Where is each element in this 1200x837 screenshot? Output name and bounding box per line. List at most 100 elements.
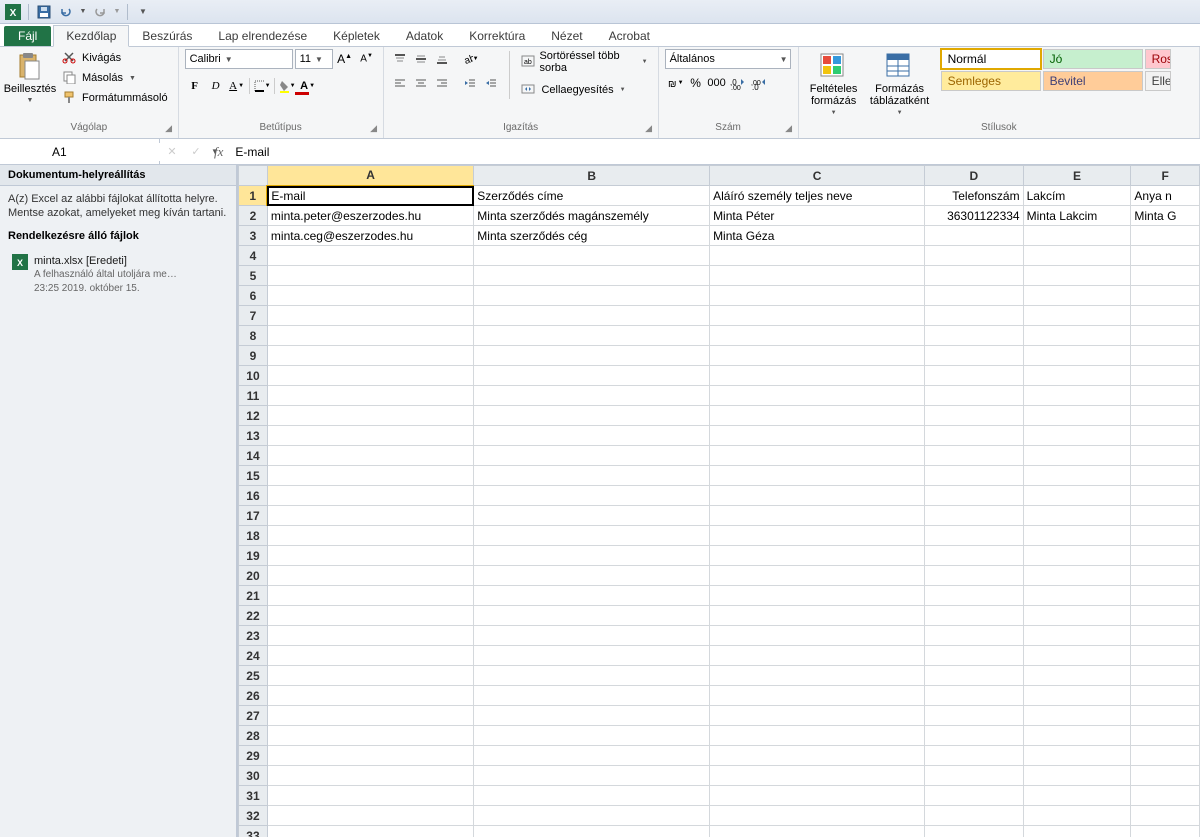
row-header[interactable]: 28 [239,726,268,746]
cell[interactable]: Minta szerződés magánszemély [474,206,710,226]
border-button[interactable]: ▼ [252,76,272,96]
cell[interactable] [1131,606,1200,626]
cell[interactable] [267,466,473,486]
cell[interactable] [1131,646,1200,666]
align-bottom-icon[interactable] [432,49,452,69]
cell[interactable] [474,726,710,746]
cell-style-good[interactable]: Jó [1043,49,1143,69]
tab-beszúrás[interactable]: Beszúrás [129,25,205,46]
cell[interactable]: 36301122334 [925,206,1024,226]
cell[interactable] [1131,766,1200,786]
row-header[interactable]: 2 [239,206,268,226]
cell[interactable] [710,726,925,746]
tab-nézet[interactable]: Nézet [538,25,595,46]
number-format-combo[interactable]: Általános▼ [665,49,791,69]
cell[interactable] [474,326,710,346]
qat-customize-icon[interactable]: ▼ [134,3,152,21]
cell[interactable] [1023,786,1131,806]
tab-adatok[interactable]: Adatok [393,25,456,46]
cell[interactable] [925,646,1024,666]
tab-kezdőlap[interactable]: Kezdőlap [53,25,129,47]
accounting-format-icon[interactable]: ₪▼ [665,73,685,93]
cell[interactable] [925,666,1024,686]
cell[interactable] [925,726,1024,746]
row-header[interactable]: 11 [239,386,268,406]
cell[interactable] [925,406,1024,426]
cell[interactable] [267,306,473,326]
cell[interactable] [925,446,1024,466]
cell[interactable] [1023,266,1131,286]
column-header[interactable]: C [710,166,925,186]
column-header[interactable]: A [267,166,473,186]
cancel-formula-icon[interactable]: ✕ [160,145,184,158]
cell[interactable]: minta.peter@eszerzodes.hu [267,206,473,226]
wrap-text-button[interactable]: ab Sortöréssel több sorba ▼ [517,49,651,75]
cell[interactable]: Minta G [1131,206,1200,226]
select-all-corner[interactable] [239,166,268,186]
cell[interactable] [1023,726,1131,746]
cell[interactable]: Minta Géza [710,226,925,246]
cell[interactable]: E-mail [267,186,473,206]
cell[interactable] [1023,466,1131,486]
cell[interactable]: Szerződés címe [474,186,710,206]
cell[interactable] [1131,546,1200,566]
cell[interactable] [474,626,710,646]
cell[interactable] [1131,566,1200,586]
row-header[interactable]: 22 [239,606,268,626]
tab-file[interactable]: Fájl [4,26,51,46]
cell[interactable] [1131,306,1200,326]
cell[interactable] [710,566,925,586]
format-as-table-button[interactable]: Formázás táblázatként▼ [867,49,933,119]
cell-style-bad[interactable]: Ros [1145,49,1171,69]
cell[interactable] [1023,526,1131,546]
cell[interactable] [925,826,1024,837]
row-header[interactable]: 20 [239,566,268,586]
cell[interactable] [925,266,1024,286]
cell[interactable] [925,426,1024,446]
cell[interactable] [267,606,473,626]
align-right-icon[interactable] [432,73,452,93]
cell[interactable] [267,266,473,286]
align-middle-icon[interactable] [411,49,431,69]
cell[interactable] [1023,226,1131,246]
cell[interactable] [925,226,1024,246]
cell[interactable] [267,326,473,346]
column-header[interactable]: E [1023,166,1131,186]
cell[interactable] [1131,246,1200,266]
redo-icon[interactable] [91,3,109,21]
cell[interactable] [267,486,473,506]
row-header[interactable]: 33 [239,826,268,837]
cell[interactable] [474,646,710,666]
decrease-font-icon[interactable]: A▼ [357,49,377,69]
cell[interactable] [474,766,710,786]
dialog-launcher-icon[interactable]: ◢ [368,123,380,135]
dialog-launcher-icon[interactable]: ◢ [783,123,795,135]
font-color-button[interactable]: A▼ [298,76,318,96]
cell[interactable] [474,826,710,837]
cell[interactable] [1023,566,1131,586]
cell[interactable] [474,426,710,446]
cell[interactable] [1023,586,1131,606]
cell[interactable] [267,426,473,446]
cell[interactable] [1131,466,1200,486]
cell[interactable] [1023,286,1131,306]
cell[interactable] [1131,346,1200,366]
underline-button[interactable]: A▼ [227,76,247,96]
cut-button[interactable]: Kivágás [58,49,172,67]
cell[interactable] [925,786,1024,806]
cell[interactable] [267,806,473,826]
cell[interactable] [267,346,473,366]
cell[interactable] [710,766,925,786]
cell-style-normal[interactable]: Normál [941,49,1041,69]
cell[interactable] [710,746,925,766]
row-header[interactable]: 16 [239,486,268,506]
column-header[interactable]: D [925,166,1024,186]
cell[interactable] [1131,626,1200,646]
cell[interactable] [1131,506,1200,526]
column-header[interactable]: B [474,166,710,186]
cell[interactable] [710,426,925,446]
cell[interactable]: Aláíró személy teljes neve [710,186,925,206]
cell[interactable] [474,446,710,466]
cell[interactable] [710,806,925,826]
cell[interactable] [925,506,1024,526]
